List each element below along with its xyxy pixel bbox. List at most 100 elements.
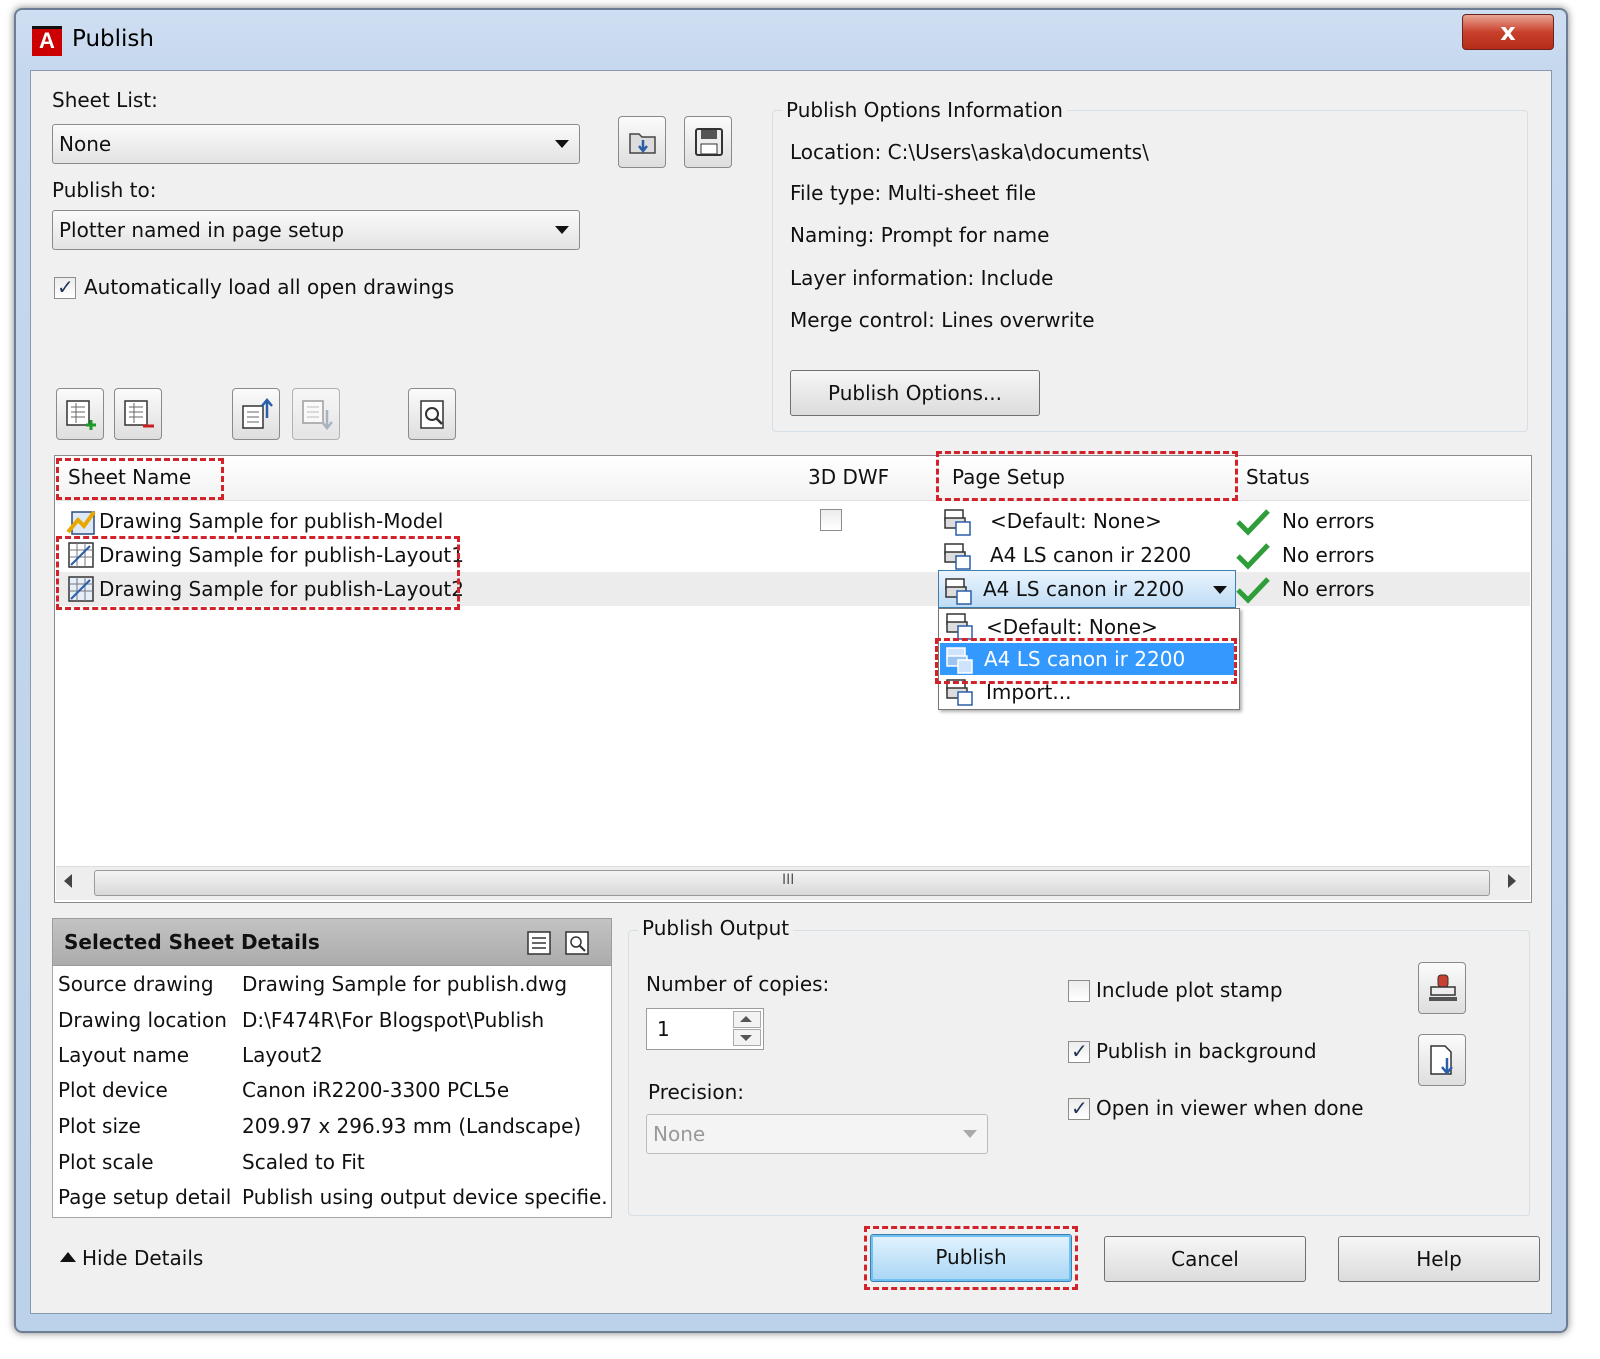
floppy-disk-icon (695, 128, 723, 156)
open-viewer-checkbox[interactable] (1068, 1096, 1090, 1120)
publish-to-value: Plotter named in page setup (59, 218, 345, 242)
dropdown-item-default[interactable]: <Default: None> (986, 615, 1158, 639)
model-sheet-icon (66, 510, 96, 535)
details-view-icon[interactable] (526, 930, 552, 956)
detail-value: Publish using output device specifie... (242, 1185, 608, 1209)
stamp-icon (1429, 974, 1457, 1001)
publish-to-select[interactable]: Plotter named in page setup (52, 210, 580, 250)
check-icon (1236, 509, 1270, 536)
publish-options-button[interactable]: Publish Options... (790, 370, 1040, 416)
autocad-logo-icon: A (32, 26, 62, 56)
detail-value: 209.97 x 296.93 mm (Landscape) (242, 1114, 582, 1138)
publish-to-label: Publish to: (52, 178, 157, 202)
chevron-down-icon (555, 226, 569, 234)
help-button[interactable]: Help (1338, 1236, 1540, 1282)
file-type-info: File type: Multi-sheet file (790, 181, 1037, 205)
copies-label: Number of copies: (646, 972, 830, 996)
publish-output-title: Publish Output (638, 916, 794, 940)
detail-label: Plot scale (58, 1150, 154, 1174)
detail-label: Layout name (58, 1043, 190, 1067)
chevron-down-icon (1213, 586, 1227, 594)
detail-value: D:\F474R\For Blogspot\Publish (242, 1008, 545, 1032)
chevron-down-icon (740, 1035, 752, 1041)
publish-options-title: Publish Options Information (782, 98, 1067, 122)
sheet-list-label: Sheet List: (52, 88, 158, 112)
detail-value: Scaled to Fit (242, 1150, 365, 1174)
page-setup-icon (946, 613, 973, 640)
detail-label: Page setup detail (58, 1185, 232, 1209)
plot-stamp-settings-button[interactable] (1418, 962, 1466, 1014)
precision-select[interactable]: None (646, 1114, 988, 1154)
auto-load-checkbox[interactable] (54, 275, 76, 299)
remove-sheet-icon (124, 400, 154, 428)
scroll-grip: III (782, 872, 795, 888)
cancel-button[interactable]: Cancel (1104, 1236, 1306, 1282)
hide-details-link[interactable]: Hide Details (82, 1246, 203, 1270)
move-sheet-up-button[interactable] (232, 388, 280, 440)
status-layout2: No errors (1282, 577, 1375, 601)
collapse-up-icon[interactable] (60, 1252, 76, 1262)
page-setup-icon (944, 543, 971, 570)
merge-control-info: Merge control: Lines overwrite (790, 308, 1095, 332)
remove-sheets-button[interactable] (114, 388, 162, 440)
sheet-name-model[interactable]: Drawing Sample for publish-Model (99, 509, 443, 533)
layer-info: Layer information: Include (790, 266, 1054, 290)
save-sheet-list-button[interactable] (684, 116, 732, 168)
preview-icon (420, 400, 444, 429)
chevron-up-icon (740, 1016, 752, 1022)
column-3d-dwf[interactable]: 3D DWF (808, 465, 889, 489)
scroll-left-icon[interactable] (64, 874, 72, 888)
details-title: Selected Sheet Details (64, 930, 320, 954)
details-preview-icon[interactable] (564, 930, 590, 956)
move-up-icon (242, 398, 273, 429)
chevron-down-icon (555, 140, 569, 148)
chevron-down-icon (963, 1130, 977, 1138)
column-status[interactable]: Status (1246, 465, 1310, 489)
load-sheet-list-button[interactable] (618, 116, 666, 168)
publish-background-checkbox[interactable] (1068, 1039, 1090, 1063)
detail-label: Plot size (58, 1114, 141, 1138)
3d-dwf-checkbox[interactable] (820, 509, 842, 531)
detail-value: Drawing Sample for publish.dwg (242, 972, 568, 996)
annotation-box-a4-option (935, 638, 1237, 684)
precision-value: None (653, 1122, 706, 1146)
detail-value: Canon iR2200-3300 PCL5e (242, 1078, 510, 1102)
detail-label: Source drawing (58, 972, 214, 996)
move-sheet-down-button[interactable] (292, 388, 340, 440)
page-setup-layout1[interactable]: A4 LS canon ir 2200 (990, 543, 1191, 567)
detail-label: Drawing location (58, 1008, 227, 1032)
naming-info: Naming: Prompt for name (790, 223, 1050, 247)
document-download-icon (1430, 1045, 1453, 1075)
copies-value: 1 (657, 1017, 670, 1041)
check-icon (1236, 577, 1270, 604)
open-viewer-label: Open in viewer when done (1096, 1096, 1364, 1120)
page-setup-model[interactable]: <Default: None> (990, 509, 1162, 533)
check-icon (1236, 543, 1270, 570)
publish-background-label: Publish in background (1096, 1039, 1317, 1063)
add-sheet-icon (66, 400, 96, 430)
page-setup-icon (945, 578, 972, 605)
close-button[interactable]: x (1462, 14, 1554, 50)
publish-button[interactable]: Publish (870, 1234, 1072, 1282)
plot-stamp-checkbox[interactable] (1068, 980, 1090, 1002)
status-layout1: No errors (1282, 543, 1375, 567)
annotation-box-sheet-name (56, 458, 224, 500)
page-setup-icon (944, 509, 971, 536)
plot-stamp-label: Include plot stamp (1096, 978, 1283, 1002)
window-title: Publish (72, 26, 154, 52)
status-model: No errors (1282, 509, 1375, 533)
add-sheets-button[interactable] (56, 388, 104, 440)
scroll-right-icon[interactable] (1508, 874, 1516, 888)
background-publish-button[interactable] (1418, 1034, 1466, 1086)
detail-label: Plot device (58, 1078, 168, 1102)
precision-label: Precision: (648, 1080, 744, 1104)
folder-open-icon (629, 133, 656, 154)
auto-load-label: Automatically load all open drawings (84, 275, 455, 299)
page-setup-combo-layout2[interactable]: A4 LS canon ir 2200 (938, 570, 1236, 608)
page-setup-layout2: A4 LS canon ir 2200 (983, 577, 1185, 601)
location-info: Location: C:\Users\aska\documents\ (790, 140, 1149, 164)
annotation-box-page-setup (936, 451, 1238, 501)
copies-spinner[interactable]: 1 (646, 1008, 764, 1050)
preview-button[interactable] (408, 388, 456, 440)
sheet-list-select[interactable]: None (52, 124, 580, 164)
